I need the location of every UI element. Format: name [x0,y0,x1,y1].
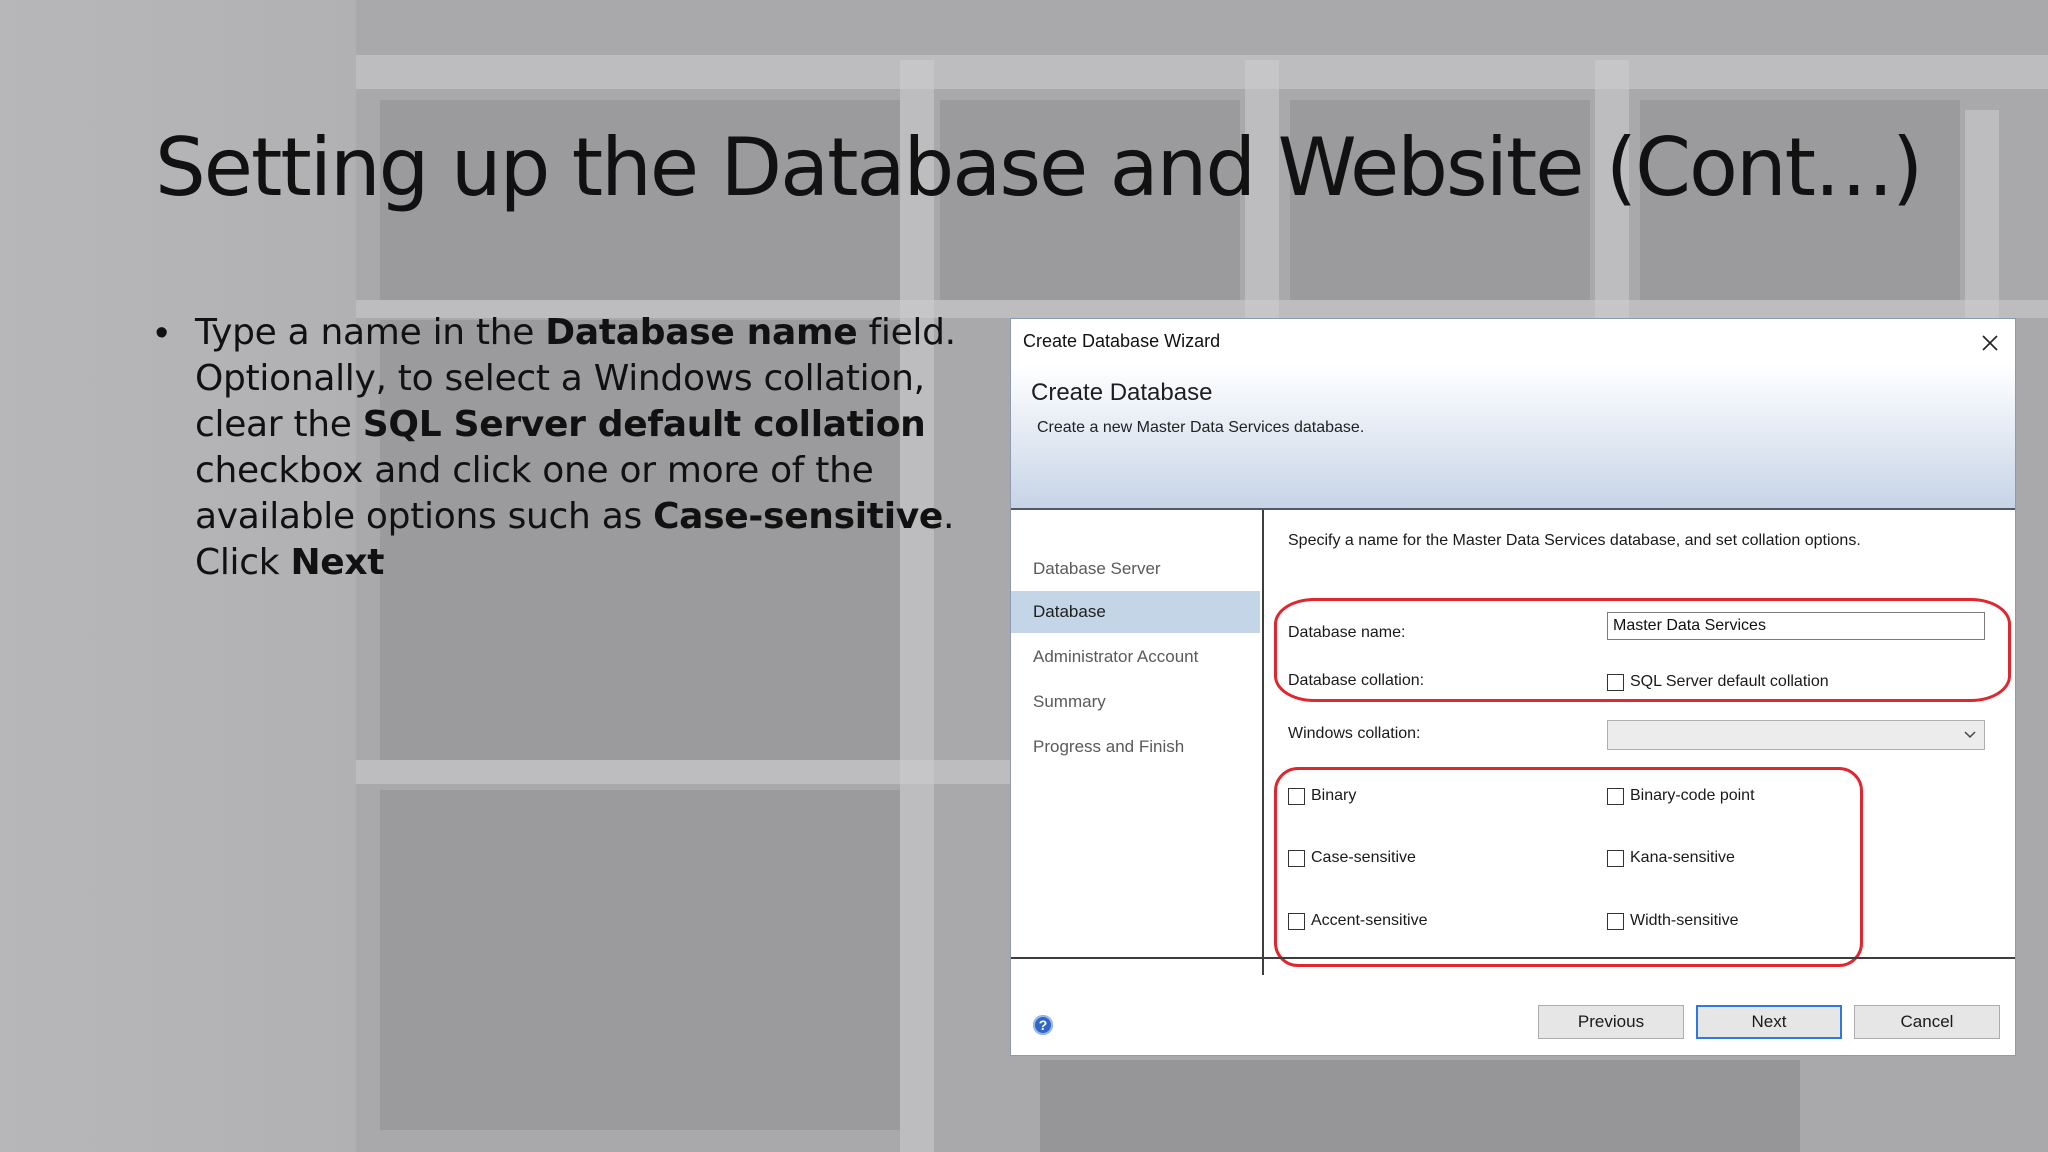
nav-item-database[interactable]: Database [1011,591,1260,633]
checkbox-label: Width-sensitive [1630,912,1739,929]
previous-button[interactable]: Previous [1538,1005,1684,1039]
bg-pane [380,790,900,1130]
kana-sensitive-checkbox[interactable]: Kana-sensitive [1607,849,1735,867]
close-icon [1982,335,1998,351]
dialog-title: Create Database Wizard [1023,331,1221,351]
width-sensitive-checkbox[interactable]: Width-sensitive [1607,912,1738,930]
wizard-content: Specify a name for the Master Data Servi… [1264,510,2015,975]
sql-server-default-collation-checkbox[interactable]: SQL Server default collation [1607,673,1829,691]
checkbox-label: Kana-sensitive [1630,849,1735,866]
binary-code-point-checkbox[interactable]: Binary-code point [1607,787,1755,805]
checkbox-box[interactable] [1288,849,1305,867]
accent-sensitive-checkbox[interactable]: Accent-sensitive [1288,912,1428,930]
nav-item-database-server[interactable]: Database Server [1011,548,1260,590]
bullet-list: • Type a name in the Database name field… [155,310,1005,586]
checkbox-box[interactable] [1607,787,1624,805]
bold-next: Next [290,542,385,583]
nav-item-summary[interactable]: Summary [1011,681,1260,723]
checkbox-label: Case-sensitive [1311,849,1416,866]
dialog-titlebar: Create Database Wizard [1011,319,2015,365]
nav-item-administrator-account[interactable]: Administrator Account [1011,636,1260,678]
checkbox-label: Binary [1311,787,1357,804]
wizard-header-subtitle: Create a new Master Data Services databa… [1037,419,1365,436]
bullet-marker: • [155,312,169,354]
wizard-steps-nav: Database Server Database Administrator A… [1011,510,1264,975]
case-sensitive-checkbox[interactable]: Case-sensitive [1288,849,1416,867]
highlight-outline-options [1274,767,1863,967]
wizard-header-title: Create Database [1031,379,1213,406]
intro-text: Specify a name for the Master Data Servi… [1288,532,1861,549]
checkbox-box[interactable] [1607,673,1624,691]
windows-collation-select[interactable] [1607,720,1985,750]
next-button[interactable]: Next [1696,1005,1842,1039]
checkbox-box[interactable] [1288,912,1305,930]
help-icon[interactable]: ? [1033,1015,1053,1035]
bold-case-sensitive: Case-sensitive [653,496,944,537]
checkbox-label: Binary-code point [1630,787,1755,804]
checkbox-box[interactable] [1607,912,1624,930]
windows-collation-label: Windows collation: [1288,725,1421,742]
bullet-text: Type a name in the Database name field. … [195,312,956,583]
wizard-footer: ? Previous Next Cancel [1011,957,2015,1059]
binary-checkbox[interactable]: Binary [1288,787,1356,805]
bg-shadow [1040,1060,1800,1152]
bg-frame [356,55,2048,89]
checkbox-box[interactable] [1288,787,1305,805]
checkbox-label: SQL Server default collation [1630,673,1829,690]
database-name-input[interactable] [1607,612,1985,640]
slide-title: Setting up the Database and Website (Con… [155,121,1923,214]
close-button[interactable] [1973,325,2007,359]
cancel-button[interactable]: Cancel [1854,1005,2000,1039]
wizard-header: Create Database Create a new Master Data… [1011,365,2015,510]
database-collation-label: Database collation: [1288,672,1425,689]
nav-item-progress-and-finish[interactable]: Progress and Finish [1011,726,1260,768]
checkbox-box[interactable] [1607,849,1624,867]
checkbox-label: Accent-sensitive [1311,912,1428,929]
database-name-label: Database name: [1288,624,1406,641]
bg-frame [900,60,934,1152]
bold-sql-default: SQL Server default collation [362,404,926,445]
chevron-down-icon [1964,731,1976,739]
create-database-wizard-dialog: Create Database Wizard Create Database C… [1010,318,2016,1056]
bold-database-name: Database name [545,312,858,353]
